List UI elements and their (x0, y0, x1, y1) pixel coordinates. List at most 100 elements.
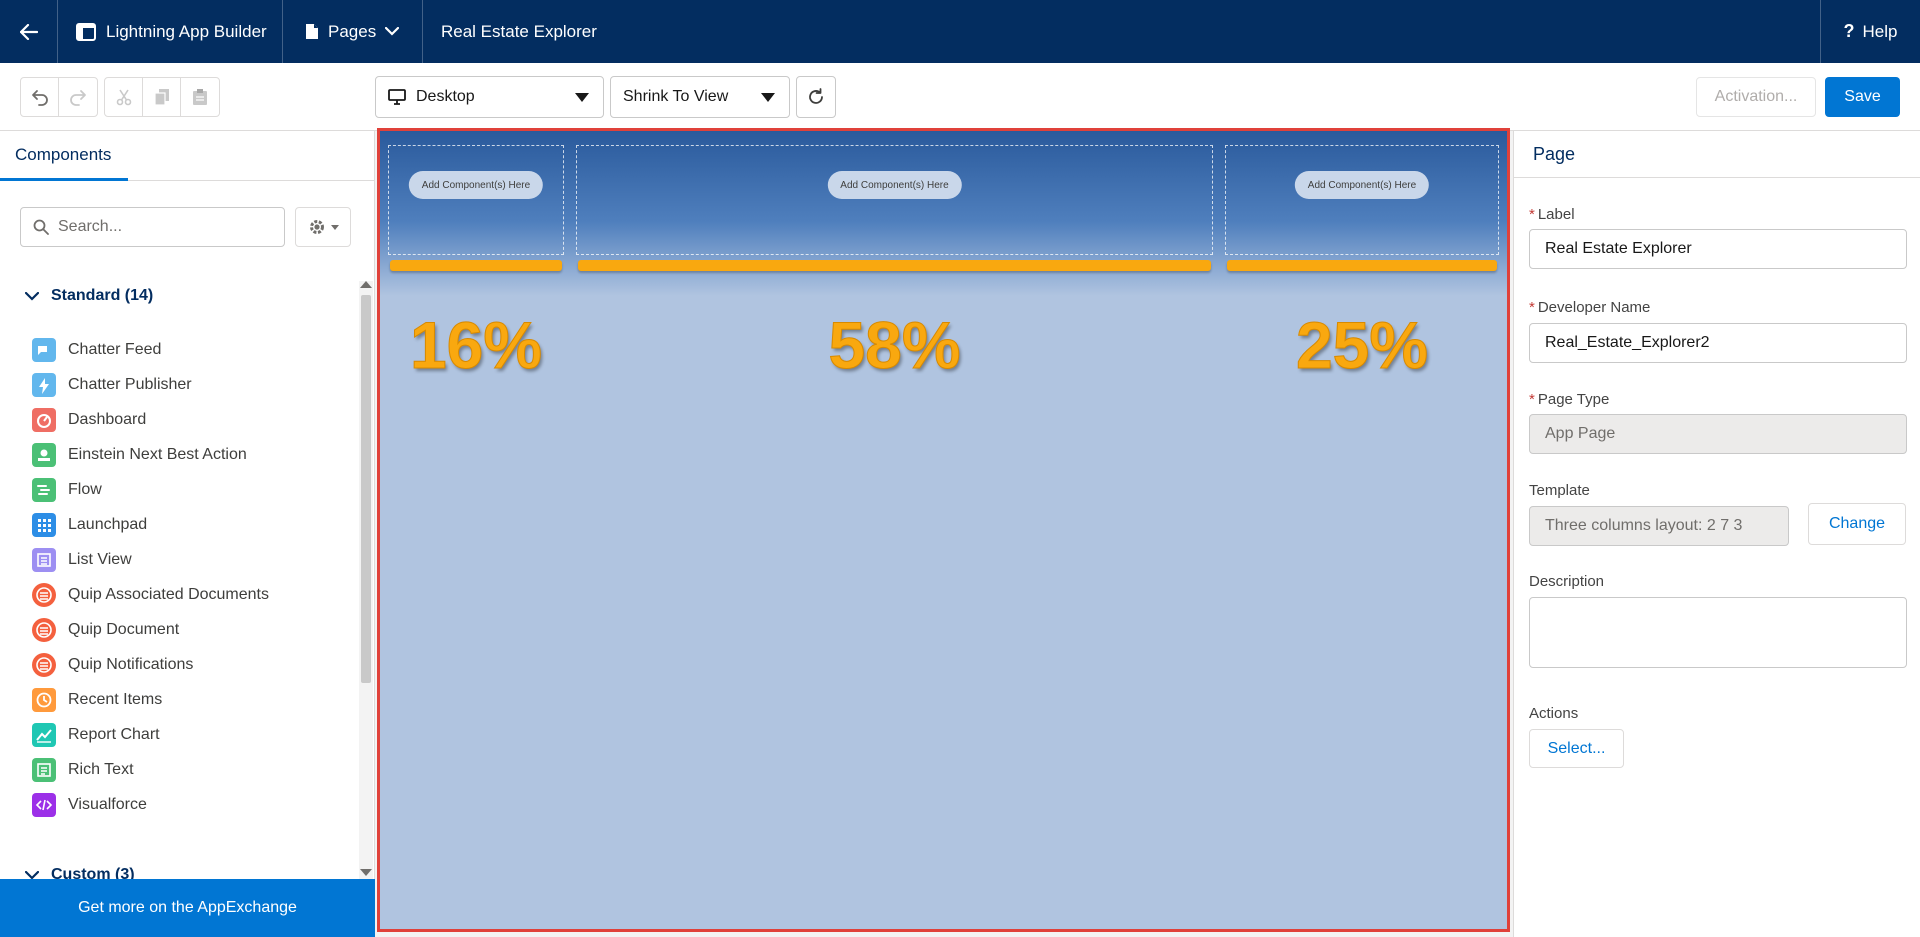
component-item[interactable]: Launchpad (32, 507, 362, 542)
component-item-label: Quip Associated Documents (68, 585, 269, 603)
flow-icon (32, 477, 56, 502)
view-select-value: Shrink To View (623, 88, 729, 105)
component-item[interactable]: Report Chart (32, 717, 362, 752)
paste-button[interactable] (181, 78, 219, 116)
change-template-button[interactable]: Change (1808, 503, 1906, 545)
quip-icon (32, 582, 56, 607)
label-input[interactable]: Real Estate Explorer (1529, 229, 1907, 269)
column-width-percent: 16% (409, 308, 543, 383)
list-icon (32, 547, 56, 572)
clock-icon (32, 687, 56, 712)
redo-button[interactable] (59, 78, 97, 116)
component-item-label: Chatter Publisher (68, 375, 192, 393)
column-width-bar (390, 260, 562, 271)
device-select[interactable]: Desktop (375, 76, 604, 118)
standard-component-list: Chatter Feed Chatter Publisher Dashboard Ei… (32, 332, 362, 822)
page-title-text: Real Estate Explorer (441, 21, 597, 41)
column-width-percent: 58% (828, 308, 961, 383)
rich-text-icon (32, 757, 56, 782)
component-item[interactable]: Visualforce (32, 787, 362, 822)
component-item-label: Flow (68, 480, 102, 498)
component-item[interactable]: Chatter Publisher (32, 367, 362, 402)
component-item[interactable]: Rich Text (32, 752, 362, 787)
app-builder-icon (76, 22, 96, 41)
developer-name-input[interactable]: Real_Estate_Explorer2 (1529, 323, 1907, 363)
tab-components[interactable]: Components (0, 131, 128, 181)
component-item[interactable]: Quip Notifications (32, 647, 362, 682)
dashboard-gauge-icon (32, 407, 56, 432)
page-canvas[interactable]: Add Component(s) Here 16% Add Component(s)… (377, 128, 1510, 932)
clipboard-icon (193, 89, 207, 105)
component-item-label: List View (68, 550, 132, 568)
quip-icon (32, 652, 56, 677)
description-textarea[interactable] (1529, 597, 1907, 668)
page-type-field-label: * Page Type (1529, 391, 1610, 408)
column-drop-region[interactable] (388, 145, 564, 255)
components-panel: Components Standard (14) Chatter FeedCha… (0, 131, 375, 937)
settings-menu-button[interactable] (295, 207, 351, 247)
einstein-icon (32, 442, 56, 467)
component-item-label: Einstein Next Best Action (68, 445, 247, 463)
caret-down-icon (761, 93, 775, 102)
column-drop-region[interactable] (576, 145, 1213, 255)
page-title: Real Estate Explorer (423, 0, 1820, 63)
standard-section-label: Standard (14) (51, 287, 154, 304)
view-select[interactable]: Shrink To View (610, 76, 790, 118)
undo-redo-group (20, 77, 98, 117)
column-width-percent: 25% (1295, 308, 1429, 383)
builder-toolbar: Desktop Shrink To View Activation... Sav… (0, 63, 1920, 131)
required-marker: * (1529, 206, 1535, 223)
component-item[interactable]: Quip Associated Documents (32, 577, 362, 612)
question-mark-icon: ? (1843, 21, 1855, 41)
standard-section-toggle[interactable]: Standard (14) (25, 287, 153, 305)
save-button[interactable]: Save (1825, 77, 1900, 117)
top-nav-bar: Lightning App Builder Pages Real Estate … (0, 0, 1920, 63)
help-button[interactable]: ? Help (1820, 0, 1920, 63)
label-field-label: * Label (1529, 206, 1575, 223)
copy-button[interactable] (143, 78, 181, 116)
undo-button[interactable] (21, 78, 59, 116)
activation-button[interactable]: Activation... (1696, 77, 1816, 117)
back-button[interactable] (0, 0, 58, 63)
template-field-label: Template (1529, 482, 1590, 499)
select-actions-button[interactable]: Select... (1529, 729, 1624, 768)
scroll-down-icon[interactable] (360, 869, 372, 876)
chevron-down-icon (385, 27, 400, 36)
component-item[interactable]: Dashboard (32, 402, 362, 437)
help-label: Help (1862, 21, 1898, 41)
caret-down-icon (330, 224, 339, 230)
component-item-label: Rich Text (68, 760, 134, 778)
pages-menu[interactable]: Pages (283, 0, 423, 63)
cut-button[interactable] (105, 78, 143, 116)
component-item[interactable]: Recent Items (32, 682, 362, 717)
component-item[interactable]: Flow (32, 472, 362, 507)
add-component-pill[interactable]: Add Component(s) Here (408, 171, 544, 199)
redo-icon (70, 90, 86, 106)
refresh-icon (809, 88, 823, 104)
scroll-up-icon[interactable] (360, 281, 372, 288)
code-icon (32, 792, 56, 817)
developer-name-field-label: * Developer Name (1529, 299, 1651, 316)
component-item[interactable]: Einstein Next Best Action (32, 437, 362, 472)
component-item[interactable]: Quip Document (32, 612, 362, 647)
column-drop-region[interactable] (1225, 145, 1499, 255)
search-input[interactable] (58, 218, 258, 236)
scrollbar-thumb[interactable] (361, 295, 371, 683)
line-chart-icon (32, 722, 56, 747)
component-item[interactable]: Chatter Feed (32, 332, 362, 367)
component-item-label: Visualforce (68, 795, 147, 813)
refresh-button[interactable] (796, 76, 836, 118)
component-item[interactable]: List View (32, 542, 362, 577)
template-input: Three columns layout: 2 7 3 (1529, 506, 1789, 546)
appexchange-button[interactable]: Get more on the AppExchange (0, 879, 375, 937)
component-item-label: Chatter Feed (68, 340, 162, 358)
gear-icon (309, 220, 324, 234)
copy-icon (153, 89, 169, 106)
add-component-pill[interactable]: Add Component(s) Here (1294, 171, 1430, 199)
component-search[interactable] (20, 207, 285, 247)
add-component-pill[interactable]: Add Component(s) Here (827, 171, 962, 199)
actions-field-label: Actions (1529, 705, 1579, 722)
pages-label: Pages (328, 21, 377, 41)
app-grid-icon (32, 512, 56, 537)
component-item-label: Recent Items (68, 690, 163, 708)
